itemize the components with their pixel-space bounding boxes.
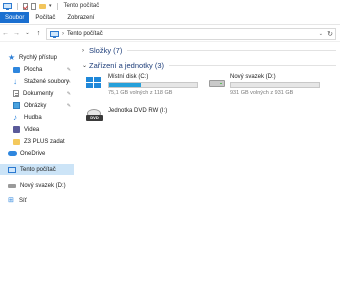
sidebar-item-label: Stažené soubory xyxy=(24,78,70,85)
divider xyxy=(169,65,336,66)
sidebar-item-label: Dokumenty xyxy=(23,90,54,97)
sidebar-item-music[interactable]: ♪ Hudba xyxy=(0,112,74,123)
drive-name: Místní disk (C:) xyxy=(108,74,149,80)
breadcrumb[interactable]: Tento počítač xyxy=(67,31,103,37)
sidebar-item-label: Z3 PLUS zadat xyxy=(24,138,65,145)
drive-c[interactable]: Místní disk (C:) 75,1 GB volných z 118 G… xyxy=(86,74,198,98)
desktop-icon xyxy=(13,66,20,73)
address-bar[interactable]: › Tento počítač ⌄ ↻ xyxy=(46,28,336,40)
sidebar-item-network[interactable]: ⊞ Síť xyxy=(0,195,74,206)
breadcrumb-separator[interactable]: › xyxy=(62,31,64,37)
up-arrow-icon[interactable]: ↑ xyxy=(33,30,44,37)
recent-locations-icon[interactable]: ⌄ xyxy=(22,30,33,36)
usage-bar-fill xyxy=(109,83,142,87)
music-icon: ♪ xyxy=(13,113,17,122)
divider xyxy=(127,50,336,51)
drive-d[interactable]: Nový svazek (D:) 931 GB volných z 931 GB xyxy=(208,74,328,98)
sidebar-item-z3-plus[interactable]: Z3 PLUS zadat xyxy=(0,136,74,147)
computer-icon xyxy=(3,3,12,10)
separator xyxy=(56,2,58,10)
pin-icon[interactable]: ✎ xyxy=(67,103,71,109)
sidebar-item-documents[interactable]: Dokumenty ✎ xyxy=(0,88,74,99)
network-icon: ⊞ xyxy=(8,197,14,204)
drive-dvd[interactable]: DVD Jednotka DVD RW (I:) xyxy=(86,106,196,130)
sidebar-item-label: Hudba xyxy=(24,114,42,121)
chevron-right-icon[interactable]: › xyxy=(82,48,89,54)
ribbon-tabs: Soubor Počítač Zobrazení xyxy=(0,12,340,23)
customize-toolbar-icon[interactable]: ▾ xyxy=(49,3,52,9)
windows-drive-icon xyxy=(86,77,104,91)
separator xyxy=(17,2,18,10)
sidebar-item-label: Videa xyxy=(24,126,40,133)
group-folders[interactable]: › Složky (7) xyxy=(82,46,336,55)
navigation-pane: ★ Rychlý přístup Plocha ✎ ↓ Stažené soub… xyxy=(0,48,76,292)
document-icon[interactable] xyxy=(31,2,36,10)
drive-free-space: 931 GB volných z 931 GB xyxy=(230,90,294,96)
download-icon: ↓ xyxy=(13,77,17,86)
forward-arrow-icon[interactable]: → xyxy=(11,30,22,37)
computer-icon xyxy=(8,166,16,173)
drive-name: Jednotka DVD RW (I:) xyxy=(108,108,168,114)
back-arrow-icon[interactable]: ← xyxy=(0,30,11,37)
sidebar-item-label: Tento počítač xyxy=(20,166,56,173)
sidebar-item-videos[interactable]: Videa xyxy=(0,124,74,135)
chevron-down-icon[interactable]: ⌄ xyxy=(82,62,89,69)
drive-name: Nový svazek (D:) xyxy=(230,74,276,80)
sidebar-item-label: Síť xyxy=(19,197,27,204)
sidebar-item-this-pc[interactable]: Tento počítač xyxy=(0,164,74,175)
hard-drive-icon xyxy=(208,77,226,91)
folder-icon xyxy=(13,138,20,145)
drive-icon xyxy=(8,183,16,188)
group-label: Zařízení a jednotky (3) xyxy=(89,61,165,70)
tab-file[interactable]: Soubor xyxy=(0,12,30,23)
pin-icon[interactable]: ✎ xyxy=(67,91,71,97)
group-label: Složky (7) xyxy=(89,46,123,55)
pin-icon[interactable]: ✎ xyxy=(67,79,71,85)
computer-icon xyxy=(50,31,59,38)
sidebar-item-onedrive[interactable]: OneDrive xyxy=(0,148,74,159)
sidebar-item-label: Nový svazek (D:) xyxy=(20,182,66,189)
usage-bar xyxy=(230,82,320,88)
tab-computer[interactable]: Počítač xyxy=(29,12,61,23)
sidebar-item-label: Obrázky xyxy=(24,102,47,109)
pin-icon[interactable]: ✎ xyxy=(67,67,71,73)
content-pane: › Složky (7) ⌄ Zařízení a jednotky (3) M… xyxy=(78,44,340,292)
sidebar-item-label: OneDrive xyxy=(20,150,46,157)
dvd-drive-icon: DVD xyxy=(86,109,104,123)
usage-bar xyxy=(108,82,198,88)
pictures-icon xyxy=(13,102,20,109)
drive-free-space: 75,1 GB volných z 118 GB xyxy=(108,90,173,96)
sidebar-item-desktop[interactable]: Plocha ✎ xyxy=(0,64,74,75)
sidebar-item-label: Rychlý přístup xyxy=(19,54,58,61)
sidebar-item-drive-d[interactable]: Nový svazek (D:) xyxy=(0,180,74,191)
title-bar: ▾ Tento počítač xyxy=(0,0,340,12)
properties-icon[interactable] xyxy=(23,2,28,10)
explorer-window: ▾ Tento počítač Soubor Počítač Zobrazení… xyxy=(0,0,340,292)
documents-icon xyxy=(13,90,19,97)
sidebar-item-downloads[interactable]: ↓ Stažené soubory ✎ xyxy=(0,76,74,87)
sidebar-item-label: Plocha xyxy=(24,66,43,73)
chevron-down-icon[interactable]: ⌄ xyxy=(319,31,323,37)
window-title: Tento počítač xyxy=(63,3,100,9)
star-icon: ★ xyxy=(8,53,16,62)
cloud-icon xyxy=(8,151,17,156)
video-icon xyxy=(13,126,20,133)
refresh-icon[interactable]: ↻ xyxy=(327,30,333,38)
navigation-bar: ← → ⌄ ↑ › Tento počítač ⌄ ↻ xyxy=(0,24,340,42)
sidebar-item-pictures[interactable]: Obrázky ✎ xyxy=(0,100,74,111)
tab-view[interactable]: Zobrazení xyxy=(61,12,100,23)
quick-access-toolbar: ▾ xyxy=(0,2,60,10)
sidebar-item-quick-access[interactable]: ★ Rychlý přístup xyxy=(0,52,74,63)
group-devices[interactable]: ⌄ Zařízení a jednotky (3) xyxy=(82,61,336,70)
new-folder-icon[interactable] xyxy=(39,3,46,9)
